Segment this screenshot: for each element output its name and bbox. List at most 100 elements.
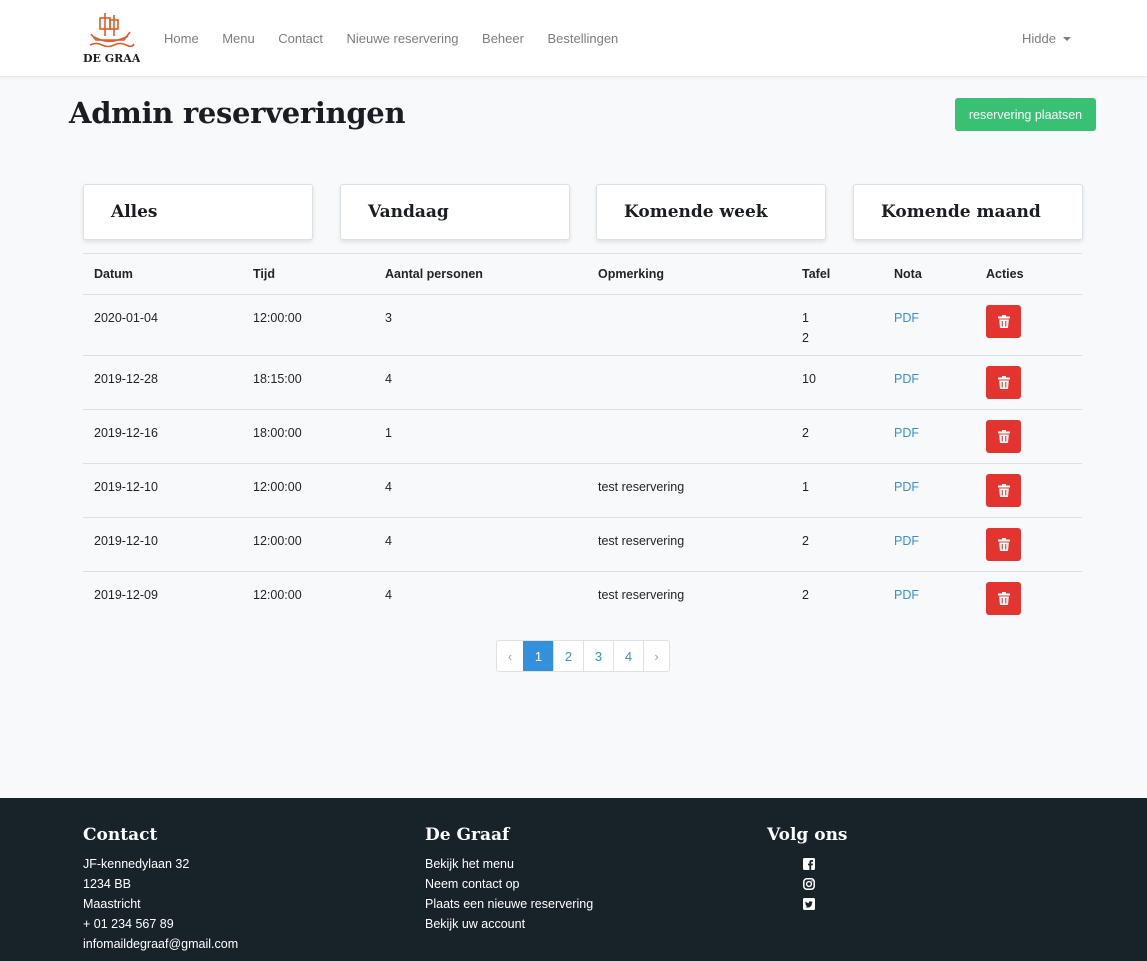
cell-date: 2020-01-04 xyxy=(94,311,158,325)
delete-button[interactable] xyxy=(986,474,1021,507)
user-dropdown[interactable]: Hidde xyxy=(1022,0,1071,77)
footer-contact: Contact JF-kennedylaan 32 1234 BB Maastr… xyxy=(83,825,238,954)
pdf-link[interactable]: PDF xyxy=(894,369,919,389)
col-header-table: Tafel xyxy=(802,267,831,281)
cell-date: 2019-12-10 xyxy=(94,534,158,548)
trash-icon xyxy=(997,430,1010,443)
cell-persons: 4 xyxy=(385,372,392,386)
cell-table-number: 10 xyxy=(802,372,816,386)
trash-icon xyxy=(997,592,1010,605)
navbar: DE GRAAF Home Menu Contact Nieuwe reserv… xyxy=(0,0,1147,77)
cell-date: 2019-12-28 xyxy=(94,372,158,386)
col-header-remark: Opmerking xyxy=(598,267,664,281)
footer-contact-title: Contact xyxy=(83,825,158,845)
cell-persons: 4 xyxy=(385,534,392,548)
footer-about-title: De Graaf xyxy=(425,825,510,845)
pdf-link[interactable]: PDF xyxy=(894,423,919,443)
cell-remark: test reservering xyxy=(598,588,685,602)
pagination-page-1[interactable]: 1 xyxy=(523,641,553,671)
nav-link-contact[interactable]: Contact xyxy=(278,31,323,46)
nav-link-menu[interactable]: Menu xyxy=(222,31,255,46)
cell-table-number: 1 xyxy=(802,311,809,325)
delete-button[interactable] xyxy=(986,305,1021,338)
cell-table-number: 2 xyxy=(802,331,809,345)
table-row: 2019-12-10 12:00:00 4 test reservering 1… xyxy=(83,464,1082,518)
cell-time: 18:15:00 xyxy=(253,372,302,386)
new-reservation-button[interactable]: reservering plaatsen xyxy=(955,98,1096,131)
cell-time: 12:00:00 xyxy=(253,588,302,602)
footer-social-title: Volg ons xyxy=(767,825,848,845)
cell-table-number: 2 xyxy=(802,534,809,548)
table-row: 2020-01-04 12:00:00 3 1 2 PDF xyxy=(83,295,1082,356)
cell-persons: 1 xyxy=(385,426,392,440)
col-header-nota: Nota xyxy=(894,267,922,281)
cell-tables: 1 2 xyxy=(802,308,809,348)
delete-button[interactable] xyxy=(986,420,1021,453)
pagination-page-2[interactable]: 2 xyxy=(553,641,583,671)
cell-time: 18:00:00 xyxy=(253,426,302,440)
col-header-time: Tijd xyxy=(253,267,275,281)
cell-persons: 4 xyxy=(385,480,392,494)
nav-links: Home Menu Contact Nieuwe reservering Beh… xyxy=(164,0,642,77)
filter-today[interactable]: Vandaag xyxy=(340,184,570,240)
delete-button[interactable] xyxy=(986,528,1021,561)
table-row: 2019-12-28 18:15:00 4 10 PDF xyxy=(83,356,1082,410)
pagination-page-4[interactable]: 4 xyxy=(613,641,643,671)
cell-time: 12:00:00 xyxy=(253,311,302,325)
cell-persons: 3 xyxy=(385,311,392,325)
footer-email: infomaildegraaf@gmail.com xyxy=(83,937,239,951)
pdf-link[interactable]: PDF xyxy=(894,531,919,551)
table-row: 2019-12-09 12:00:00 4 test reservering 2… xyxy=(83,572,1082,626)
pdf-link[interactable]: PDF xyxy=(894,308,919,328)
cell-remark: test reservering xyxy=(598,534,685,548)
user-name: Hidde xyxy=(1022,31,1056,46)
delete-button[interactable] xyxy=(986,582,1021,615)
delete-button[interactable] xyxy=(986,366,1021,399)
social-icons xyxy=(767,854,851,914)
filter-next-month[interactable]: Komende maand xyxy=(853,184,1083,240)
cell-time: 12:00:00 xyxy=(253,534,302,548)
nav-link-beheer[interactable]: Beheer xyxy=(482,31,524,46)
pagination: ‹ 1 2 3 4 › xyxy=(496,640,670,672)
footer-city: Maastricht xyxy=(83,897,141,911)
twitter-icon[interactable] xyxy=(803,894,815,914)
caret-down-icon xyxy=(1062,36,1071,41)
col-header-persons: Aantal personen xyxy=(385,267,483,281)
pagination-next[interactable]: › xyxy=(643,641,669,671)
facebook-icon[interactable] xyxy=(803,854,815,874)
cell-persons: 4 xyxy=(385,588,392,602)
footer-address: JF-kennedylaan 32 xyxy=(83,857,190,871)
footer: Contact JF-kennedylaan 32 1234 BB Maastr… xyxy=(0,798,1147,961)
trash-icon xyxy=(997,484,1010,497)
pdf-link[interactable]: PDF xyxy=(894,477,919,497)
footer-link-new-reservation[interactable]: Plaats een nieuwe reservering xyxy=(425,894,593,914)
reservations-table: Datum Tijd Aantal personen Opmerking Taf… xyxy=(83,253,1082,626)
table-header: Datum Tijd Aantal personen Opmerking Taf… xyxy=(83,253,1082,295)
pagination-page-3[interactable]: 3 xyxy=(583,641,613,671)
instagram-icon[interactable] xyxy=(803,874,815,894)
ship-logo-icon: DE GRAAF xyxy=(83,13,148,65)
trash-icon xyxy=(997,315,1010,328)
footer-postcode: 1234 BB xyxy=(83,877,131,891)
cell-time: 12:00:00 xyxy=(253,480,302,494)
cell-table-number: 2 xyxy=(802,588,809,602)
nav-link-home[interactable]: Home xyxy=(164,31,199,46)
nav-link-bestellingen[interactable]: Bestellingen xyxy=(547,31,618,46)
cell-date: 2019-12-09 xyxy=(94,588,158,602)
brand-logo[interactable]: DE GRAAF xyxy=(82,10,148,66)
cell-table-number: 1 xyxy=(802,480,809,494)
cell-table-number: 2 xyxy=(802,426,809,440)
pagination-prev[interactable]: ‹ xyxy=(497,641,523,671)
filter-next-week[interactable]: Komende week xyxy=(596,184,826,240)
footer-link-contact[interactable]: Neem contact op xyxy=(425,874,593,894)
col-header-date: Datum xyxy=(94,267,133,281)
footer-link-account[interactable]: Bekijk uw account xyxy=(425,914,593,934)
footer-link-menu[interactable]: Bekijk het menu xyxy=(425,854,593,874)
table-row: 2019-12-10 12:00:00 4 test reservering 2… xyxy=(83,518,1082,572)
footer-about: De Graaf Bekijk het menu Neem contact op… xyxy=(425,825,593,934)
nav-link-new-reservation[interactable]: Nieuwe reservering xyxy=(347,31,459,46)
trash-icon xyxy=(997,376,1010,389)
pdf-link[interactable]: PDF xyxy=(894,585,919,605)
cell-remark: test reservering xyxy=(598,480,685,494)
filter-all[interactable]: Alles xyxy=(83,184,313,240)
